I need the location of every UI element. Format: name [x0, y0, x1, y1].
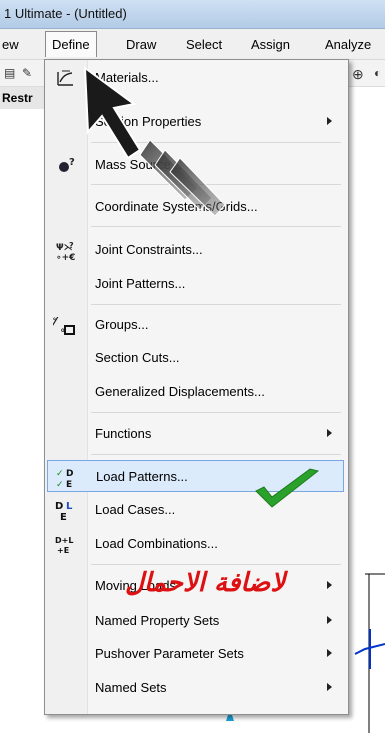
- svg-text:?: ?: [69, 241, 74, 250]
- arabic-annotation-text: لاضافة الاحمال: [125, 568, 286, 598]
- menu-item-functions[interactable]: Functions: [45, 418, 348, 450]
- groups-icon: ⁄ ° o: [51, 315, 77, 335]
- menu-item-load-combinations[interactable]: D+L +E Load Combinations...: [45, 528, 348, 560]
- menu-item-load-patterns[interactable]: ✓ D ✓ E Load Patterns...: [47, 460, 344, 492]
- window-title: 1 Ultimate - (Untitled): [4, 6, 127, 21]
- menu-item-joint-constraints[interactable]: Ψ⋋? ∘+€ Joint Constraints...: [45, 234, 348, 266]
- menu-item-joint-patterns[interactable]: Joint Patterns...: [45, 268, 348, 300]
- svg-text:✓: ✓: [56, 469, 64, 479]
- load-cases-icon: DLE: [53, 500, 77, 523]
- svg-text:D: D: [55, 501, 63, 512]
- menu-analyze[interactable]: Analyze: [325, 37, 371, 52]
- menu-item-load-cases[interactable]: DLE Load Cases...: [45, 494, 348, 526]
- menu-separator: [91, 412, 341, 413]
- submenu-arrow-icon: [327, 117, 332, 125]
- menu-define[interactable]: Define: [45, 31, 97, 57]
- svg-text:?: ?: [69, 157, 75, 168]
- menu-item-section-cuts[interactable]: Section Cuts...: [45, 342, 348, 374]
- menu-separator: [91, 564, 341, 565]
- menu-separator: [91, 142, 341, 143]
- svg-text:D: D: [66, 469, 73, 479]
- load-patterns-icon: ✓ D ✓ E: [54, 467, 78, 490]
- menu-item-generalized-displacements[interactable]: Generalized Displacements...: [45, 376, 348, 408]
- mass-source-icon: ?: [53, 155, 77, 175]
- svg-text:°: °: [53, 317, 56, 325]
- menu-separator: [91, 304, 341, 305]
- menu-draw[interactable]: Draw: [126, 37, 156, 52]
- submenu-arrow-icon: [327, 616, 332, 624]
- define-menu: Materials... Section Properties ? Mass S…: [44, 59, 349, 715]
- zoom-in-icon[interactable]: ⊕: [352, 66, 364, 83]
- menu-view[interactable]: ew: [2, 37, 19, 52]
- menu-bar: ew Define Draw Select Assign Analyze: [0, 29, 385, 60]
- svg-text:+E: +E: [57, 546, 69, 555]
- load-combinations-icon: D+L +E: [53, 534, 77, 555]
- menu-item-coordinate-systems[interactable]: Coordinate Systems/Grids...: [45, 191, 348, 223]
- svg-text:E: E: [66, 480, 72, 489]
- menu-item-pushover-parameter-sets[interactable]: Pushover Parameter Sets: [45, 638, 348, 670]
- menu-select[interactable]: Select: [186, 37, 222, 52]
- menu-item-materials[interactable]: Materials...: [45, 62, 348, 94]
- menu-separator: [91, 454, 341, 455]
- submenu-arrow-icon: [327, 683, 332, 691]
- svg-text:L: L: [66, 501, 73, 512]
- submenu-arrow-icon: [327, 429, 332, 437]
- title-bar: 1 Ultimate - (Untitled): [0, 0, 385, 29]
- joint-constraints-icon: Ψ⋋? ∘+€: [53, 240, 77, 263]
- menu-item-section-properties[interactable]: Section Properties: [45, 106, 348, 138]
- menu-item-named-sets[interactable]: Named Sets: [45, 672, 348, 704]
- svg-text:D+L: D+L: [55, 536, 73, 545]
- svg-text:✓: ✓: [56, 480, 64, 489]
- menu-item-groups[interactable]: ⁄ ° o Groups...: [45, 309, 348, 341]
- submenu-arrow-icon: [327, 649, 332, 657]
- toolbar-doc-icon[interactable]: ▤: [4, 66, 15, 80]
- menu-item-mass-source[interactable]: ? Mass Source...: [45, 149, 348, 181]
- menu-assign[interactable]: Assign: [251, 37, 290, 52]
- svg-text:E: E: [60, 512, 67, 522]
- menu-separator: [91, 226, 341, 227]
- svg-text:∘+€: ∘+€: [56, 253, 75, 262]
- toolbar-pin-icon[interactable]: ✎: [22, 66, 32, 80]
- submenu-arrow-icon: [327, 581, 332, 589]
- toolbar-more-icon[interactable]: ◐: [374, 66, 381, 80]
- menu-separator: [91, 184, 341, 185]
- restraints-tab-label: Restr: [2, 91, 33, 105]
- menu-item-named-property-sets[interactable]: Named Property Sets: [45, 605, 348, 637]
- materials-icon: [53, 68, 77, 88]
